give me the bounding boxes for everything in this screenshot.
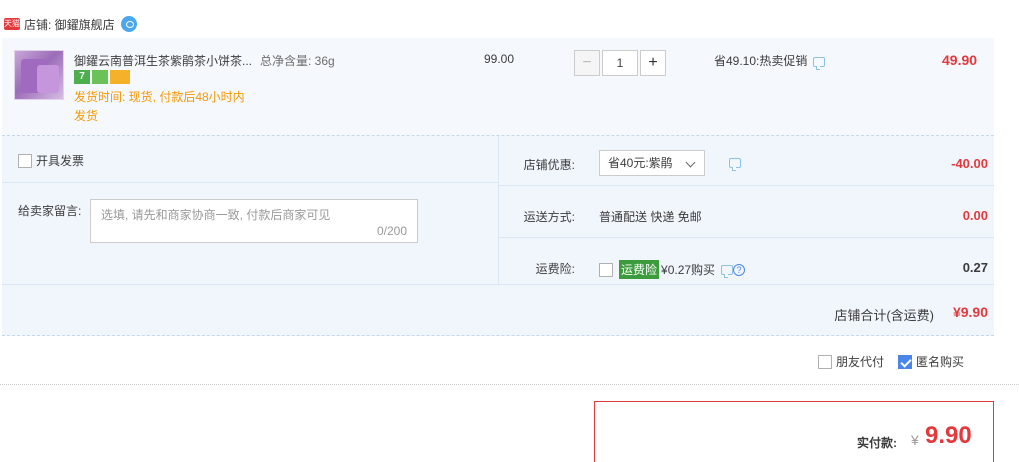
- product-spec: 总净含量: 36g: [260, 54, 335, 68]
- item-panel: 御鑃云南普洱生茶紫鹃茶小饼茶... 总净含量: 36g 7 发货时间: 现货, …: [2, 38, 994, 136]
- anonymous-label: 匿名购买: [916, 355, 965, 369]
- shop-name[interactable]: 店铺: 御鑃旗舰店: [24, 16, 115, 33]
- insurance-amount: 0.27: [962, 260, 988, 275]
- memo-label: 给卖家留言:: [18, 204, 82, 218]
- shipping-amount: 0.00: [962, 208, 988, 223]
- shop-discount-row: 店铺优惠: 省40元:紫鹃 -40.00: [499, 136, 994, 186]
- shop-discount-label: 店铺优惠:: [523, 158, 575, 172]
- message-icon[interactable]: [813, 56, 826, 70]
- shop-header: 天猫 店铺: 御鑃旗舰店: [0, 12, 137, 36]
- quantity-stepper: − 1 +: [574, 50, 666, 76]
- payment-summary: 实付款: ¥ 9.90: [594, 401, 994, 462]
- order-options-panel: 开具发票 给卖家留言: 选填, 请先和商家协商一致, 付款后商家可见 0/200…: [2, 136, 994, 336]
- shipping-value: 普通配送 快递 免邮: [599, 210, 702, 224]
- insurance-label: 运费险:: [535, 262, 575, 276]
- shop-subtotal-row: 店铺合计(含运费) ¥9.90: [2, 284, 994, 336]
- insurance-tag: 运费险: [619, 260, 660, 279]
- friend-pay-option[interactable]: 朋友代付: [818, 353, 884, 370]
- left-options: 开具发票 给卖家留言: 选填, 请先和商家协商一致, 付款后商家可见 0/200: [2, 136, 498, 284]
- invoice-label: 开具发票: [36, 154, 85, 168]
- extra-options: 朋友代付 匿名购买: [818, 353, 964, 370]
- shipping-label: 运送方式:: [523, 210, 575, 224]
- seven-day-return-icon: 7: [74, 70, 90, 84]
- shop-discount-amount: -40.00: [951, 156, 988, 171]
- quantity-input[interactable]: 1: [602, 50, 638, 76]
- tmall-badge-icon: 天猫: [4, 18, 20, 30]
- anonymous-option[interactable]: 匿名购买: [898, 353, 964, 370]
- service-badges: 7: [74, 70, 130, 84]
- product-title[interactable]: 御鑃云南普洱生茶紫鹃茶小饼茶...: [74, 52, 252, 69]
- shipping-row: 运送方式: 普通配送 快递 免邮 0.00: [499, 188, 994, 238]
- shipping-time-note: 发货时间: 现货, 付款后48小时内发货: [74, 90, 245, 123]
- anonymous-checkbox[interactable]: [898, 354, 913, 369]
- subtotal-label: 店铺合计(含运费): [834, 308, 934, 323]
- insurance-option: 运费险 ¥0.27购买 ?: [599, 260, 746, 279]
- shop-discount-value: 省40元:紫鹃: [608, 156, 673, 170]
- quantity-decrease-button[interactable]: −: [574, 50, 600, 76]
- unit-price: 99.00: [484, 52, 515, 66]
- invoice-option[interactable]: 开具发票: [18, 152, 84, 169]
- chevron-down-icon: [685, 157, 696, 168]
- insurance-row: 运费险: 运费险 ¥0.27购买 ? 0.27: [499, 240, 994, 290]
- payment-currency: ¥: [911, 432, 919, 448]
- friend-pay-label: 朋友代付: [836, 355, 885, 369]
- message-icon[interactable]: [729, 158, 741, 171]
- seller-memo-input[interactable]: 选填, 请先和商家协商一致, 付款后商家可见 0/200: [90, 199, 418, 243]
- product-thumbnail[interactable]: [14, 50, 64, 100]
- promotion-text: 省49.10:热卖促销: [714, 54, 808, 68]
- item-total: 49.90: [942, 52, 978, 68]
- payment-amount: 9.90: [925, 422, 972, 449]
- memo-placeholder: 选填, 请先和商家协商一致, 付款后商家可见: [101, 208, 331, 222]
- wangwang-chat-icon[interactable]: [120, 16, 137, 32]
- payment-label: 实付款:: [857, 436, 897, 450]
- insurance-checkbox[interactable]: [599, 262, 613, 277]
- divider: [0, 384, 1019, 385]
- credit-card-icon: [110, 70, 130, 84]
- quantity-increase-button[interactable]: +: [640, 50, 666, 76]
- promotion-info: 省49.10:热卖促销: [714, 52, 826, 70]
- subtotal-amount: ¥9.90: [952, 304, 988, 320]
- shop-discount-select[interactable]: 省40元:紫鹃: [599, 150, 705, 176]
- friend-pay-checkbox[interactable]: [818, 354, 832, 369]
- authentic-guarantee-icon: [92, 70, 108, 84]
- insurance-price: ¥0.27购买: [661, 263, 716, 277]
- message-icon[interactable]: [721, 264, 734, 278]
- memo-char-count: 0/200: [376, 224, 407, 238]
- divider: [2, 182, 498, 183]
- help-icon[interactable]: ?: [733, 263, 746, 276]
- invoice-checkbox[interactable]: [18, 153, 32, 168]
